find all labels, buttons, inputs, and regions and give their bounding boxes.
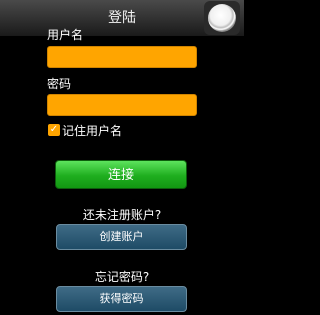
- username-label: 用户名: [47, 28, 84, 42]
- password-label: 密码: [47, 77, 72, 91]
- circle-button-icon: [208, 4, 236, 32]
- connect-button[interactable]: 连接: [55, 160, 187, 189]
- create-account-button[interactable]: 创建账户: [56, 224, 187, 250]
- forgot-prompt: 忘记密码?: [94, 270, 150, 284]
- title-bar: 登陆: [0, 0, 244, 37]
- register-prompt: 还未注册账户?: [82, 208, 162, 222]
- checkmark-icon: ✓: [49, 124, 59, 135]
- username-field[interactable]: [47, 46, 197, 68]
- get-password-button[interactable]: 获得密码: [56, 286, 187, 312]
- password-field[interactable]: [47, 94, 197, 116]
- remember-label[interactable]: 记住用户名: [62, 122, 122, 139]
- top-right-button[interactable]: [204, 1, 240, 35]
- remember-checkbox[interactable]: ✓: [48, 124, 60, 136]
